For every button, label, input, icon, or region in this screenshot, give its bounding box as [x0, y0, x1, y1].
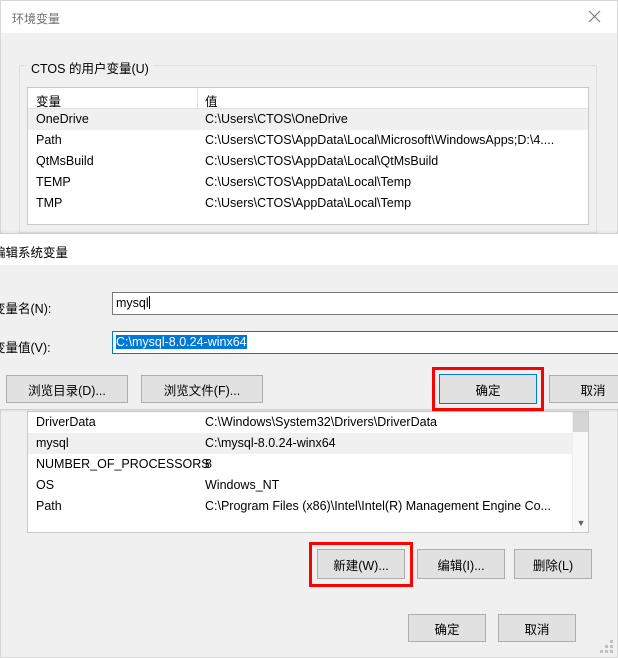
close-button[interactable] [571, 1, 617, 32]
variable-value-label: 变量值(V): [0, 341, 51, 355]
edit-system-variable-dialog: 编辑系统变量 变量名(N): mysql 变量值(V): C:\mysql-8.… [0, 233, 618, 411]
row-variable-value: C:\Users\CTOS\AppData\Local\Microsoft\Wi… [205, 133, 555, 147]
close-icon [588, 10, 600, 23]
table-row[interactable]: TEMP C:\Users\CTOS\AppData\Local\Temp [28, 172, 588, 193]
row-variable-value: 8 [205, 457, 212, 471]
table-row[interactable]: QtMsBuild C:\Users\CTOS\AppData\Local\QtM… [28, 151, 588, 172]
user-variables-table[interactable]: 变量 值 OneDrive C:\Users\CTOS\OneDrive Path C… [27, 87, 589, 225]
row-variable-name: NUMBER_OF_PROCESSORS [36, 457, 210, 471]
row-variable-value: C:\Users\CTOS\AppData\Local\Temp [205, 175, 412, 189]
edit-dialog-ok-button[interactable]: 确定 [439, 374, 537, 404]
table-header: 变量 值 [28, 88, 588, 109]
table-row[interactable]: OS Windows_NT [28, 475, 588, 496]
variable-name-label: 变量名(N): [0, 302, 52, 316]
user-variables-legend: CTOS 的用户变量(U) [26, 58, 154, 77]
window-titlebar: 环境变量 [1, 1, 617, 33]
row-variable-name: TMP [36, 196, 63, 210]
row-variable-value: C:\Users\CTOS\AppData\Local\QtMsBuild [205, 154, 439, 168]
variable-name-value: mysql [116, 296, 149, 310]
edit-button[interactable]: 编辑(I)... [417, 549, 505, 579]
edit-dialog-cancel-button[interactable]: 取消 [549, 375, 618, 403]
variable-value-input[interactable]: C:\mysql-8.0.24-winx64 [112, 331, 618, 354]
variable-name-input[interactable]: mysql [112, 292, 618, 315]
system-variables-table[interactable]: DriverData C:\Windows\System32\Drivers\Dr… [27, 411, 589, 533]
row-variable-name: QtMsBuild [36, 154, 94, 168]
row-variable-value: C:\mysql-8.0.24-winx64 [205, 436, 336, 450]
system-variables-scrollbar[interactable]: ▼ [572, 412, 588, 532]
row-variable-value: C:\Windows\System32\Drivers\DriverData [205, 415, 437, 429]
table-row[interactable]: Path C:\Users\CTOS\AppData\Local\Microsof… [28, 130, 588, 151]
column-header-variable: 变量 [36, 95, 62, 109]
edit-dialog-title: 编辑系统变量 [0, 246, 69, 260]
row-variable-name: DriverData [36, 415, 96, 429]
user-variables-rows: OneDrive C:\Users\CTOS\OneDrive Path C:\Use… [28, 109, 588, 214]
row-variable-name: Path [36, 499, 62, 513]
table-row[interactable]: DriverData C:\Windows\System32\Drivers\Dr… [28, 412, 588, 433]
row-variable-name: OneDrive [36, 112, 89, 126]
row-variable-name: Path [36, 133, 62, 147]
window-title: 环境变量 [12, 12, 61, 26]
system-variables-rows: DriverData C:\Windows\System32\Drivers\Dr… [28, 412, 588, 517]
column-divider [197, 88, 198, 108]
row-variable-name: TEMP [36, 175, 71, 189]
row-variable-value: C:\Program Files (x86)\Intel\Intel(R) Ma… [205, 499, 551, 513]
browse-file-button[interactable]: 浏览文件(F)... [141, 375, 263, 403]
table-row[interactable]: mysql C:\mysql-8.0.24-winx64 [28, 433, 588, 454]
row-variable-value: C:\Users\CTOS\AppData\Local\Temp [205, 196, 412, 210]
edit-dialog-titlebar: 编辑系统变量 [0, 234, 618, 265]
ok-button[interactable]: 确定 [408, 614, 486, 642]
resize-grip[interactable] [599, 639, 613, 653]
table-row[interactable]: TMP C:\Users\CTOS\AppData\Local\Temp [28, 193, 588, 214]
edit-dialog-close-button[interactable] [601, 234, 618, 265]
table-row[interactable]: Path C:\Program Files (x86)\Intel\Intel(R… [28, 496, 588, 517]
row-variable-name: mysql [36, 436, 69, 450]
browse-directory-button[interactable]: 浏览目录(D)... [6, 375, 128, 403]
chevron-down-icon[interactable]: ▼ [573, 516, 588, 530]
delete-button[interactable]: 删除(L) [514, 549, 592, 579]
scrollbar-thumb[interactable] [573, 412, 588, 432]
text-caret [148, 296, 150, 309]
column-header-value: 值 [205, 95, 218, 109]
row-variable-value: C:\Users\CTOS\OneDrive [205, 112, 348, 126]
table-row[interactable]: NUMBER_OF_PROCESSORS 8 [28, 454, 588, 475]
row-variable-value: Windows_NT [205, 478, 280, 492]
variable-value-selected-text: C:\mysql-8.0.24-winx64 [116, 335, 247, 349]
cancel-button[interactable]: 取消 [498, 614, 576, 642]
table-row[interactable]: OneDrive C:\Users\CTOS\OneDrive [28, 109, 588, 130]
row-variable-name: OS [36, 478, 55, 492]
new-button[interactable]: 新建(W)... [317, 549, 405, 579]
